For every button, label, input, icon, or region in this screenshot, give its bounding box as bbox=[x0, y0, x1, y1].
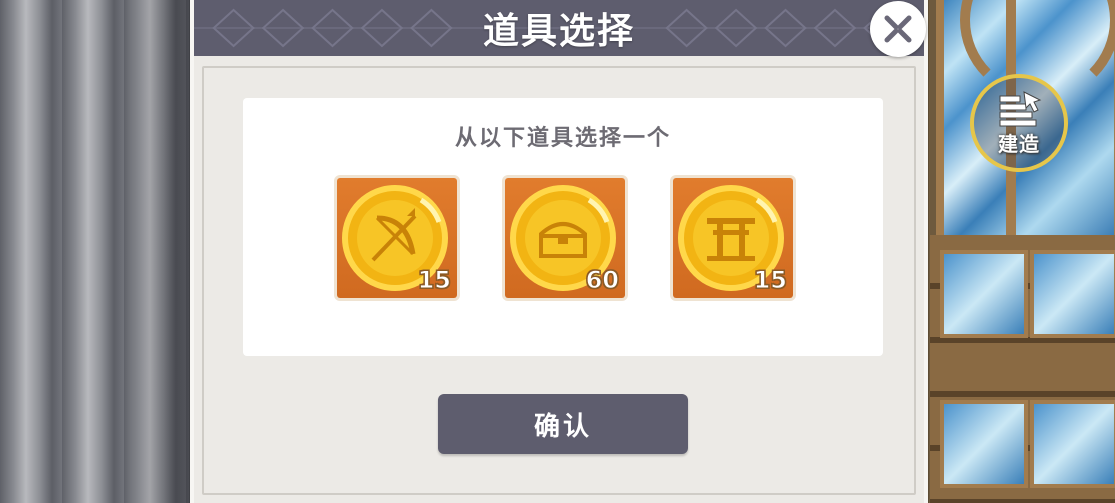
item-slot-torii[interactable]: 15 bbox=[673, 178, 793, 298]
dialog-header: 道具选择 bbox=[194, 0, 924, 56]
build-icon bbox=[999, 90, 1042, 126]
build-button[interactable]: 建造 bbox=[970, 74, 1068, 172]
cabinet-panel bbox=[1030, 400, 1115, 488]
instruction-text: 从以下道具选择一个 bbox=[454, 126, 671, 151]
item-slot-chest[interactable]: 60 bbox=[505, 178, 625, 298]
close-icon bbox=[884, 15, 912, 43]
item-select-dialog: 道具选择 从以下道具选择一个 15 60 15 确认 bbox=[190, 0, 928, 503]
game-scene: 建造 道具选择 从以下道具选择一个 15 60 15 确认 bbox=[0, 0, 1115, 503]
build-label: 建造 bbox=[998, 131, 1040, 156]
cabinet-panel bbox=[940, 250, 1028, 338]
item-count: 60 bbox=[585, 266, 619, 295]
confirm-label: 确认 bbox=[533, 411, 592, 442]
close-button[interactable] bbox=[870, 1, 926, 57]
item-slot-bow[interactable]: 15 bbox=[337, 178, 457, 298]
item-card: 从以下道具选择一个 15 60 15 bbox=[243, 98, 883, 356]
item-count: 15 bbox=[417, 266, 451, 295]
cabinet-panel bbox=[1030, 250, 1115, 338]
dialog-title: 道具选择 bbox=[482, 11, 635, 52]
item-count: 15 bbox=[753, 266, 787, 295]
confirm-button[interactable]: 确认 bbox=[438, 394, 688, 454]
cabinet-panel bbox=[940, 400, 1028, 488]
